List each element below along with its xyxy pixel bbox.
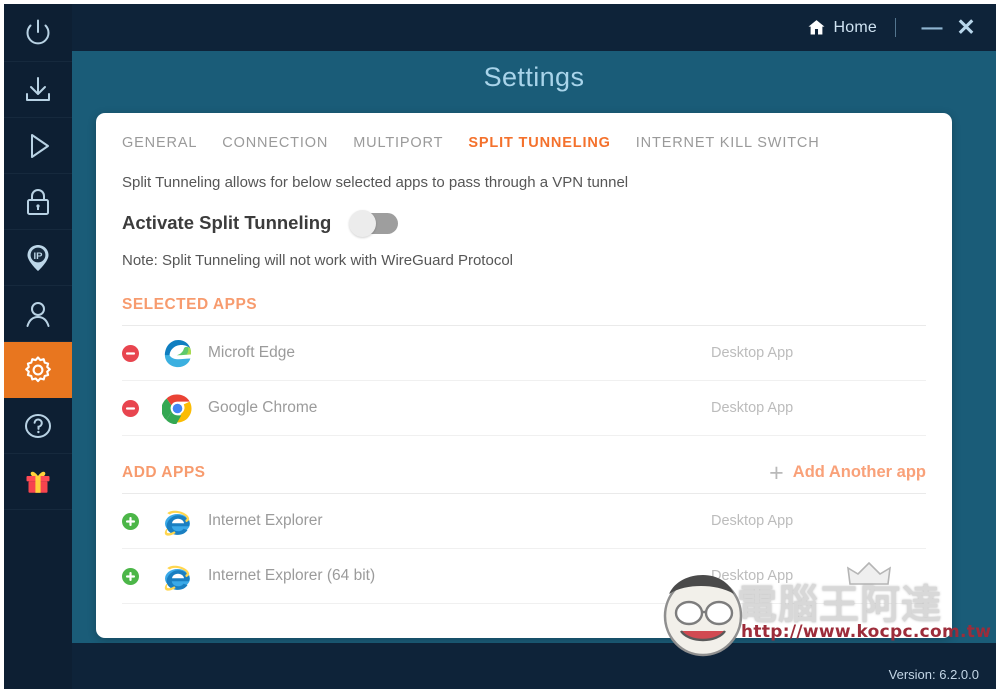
table-row[interactable]: Internet Explorer Desktop App [122,494,926,549]
remove-app-button[interactable] [122,344,162,362]
table-row[interactable]: Microft Edge Desktop App [122,326,926,381]
tab-internet-kill-switch[interactable]: INTERNET KILL SWITCH [636,135,820,151]
bottom-bar [72,643,996,689]
svg-text:IP: IP [34,251,44,262]
home-label: Home [833,18,877,36]
app-name: Internet Explorer (64 bit) [208,567,376,584]
selected-apps-header: SELECTED APPS [122,296,926,314]
ie-icon [162,561,208,592]
ip-pin-icon: IP [21,241,55,275]
settings-card: GENERAL CONNECTION MULTIPORT SPLIT TUNNE… [96,113,952,638]
tab-general[interactable]: GENERAL [122,135,197,151]
sidebar-item-download[interactable] [4,62,72,118]
question-circle-icon [21,409,55,443]
tab-connection[interactable]: CONNECTION [222,135,328,151]
add-icon [122,512,139,530]
sidebar-item-account[interactable] [4,286,72,342]
activate-split-tunneling-row: Activate Split Tunneling [122,209,926,237]
sidebar-item-help[interactable] [4,398,72,454]
add-apps-header: ADD APPS + Add Another app [122,458,926,487]
lock-icon [21,185,55,219]
app-type: Desktop App [711,345,794,361]
add-app-button[interactable] [122,512,162,530]
add-another-app-label: Add Another app [792,463,926,481]
app-type: Desktop App [711,400,794,416]
table-row[interactable]: Google Chrome Desktop App [122,381,926,436]
close-icon: ✕ [956,14,976,40]
download-icon [21,73,55,107]
tab-split-tunneling[interactable]: SPLIT TUNNELING [468,135,610,151]
activate-split-tunneling-label: Activate Split Tunneling [122,212,332,233]
house-icon [807,18,826,37]
sidebar-item-lock[interactable] [4,174,72,230]
toggle-knob [349,209,377,237]
split-tunneling-description: Split Tunneling allows for below selecte… [122,174,629,191]
settings-tabs: GENERAL CONNECTION MULTIPORT SPLIT TUNNE… [96,113,952,151]
remove-app-button[interactable] [122,399,162,417]
play-icon [21,129,55,163]
add-another-app-button[interactable]: + Add Another app [769,458,926,487]
app-type: Desktop App [711,513,794,529]
minimize-button[interactable]: — [915,11,949,45]
home-button[interactable]: Home [807,18,877,37]
ie-icon [162,506,208,537]
add-app-button[interactable] [122,567,162,585]
activate-split-tunneling-toggle[interactable] [349,209,399,237]
titlebar-divider [895,18,896,37]
app-window: IP Home — ✕ Settings Version: 6.2.0.0 GE… [4,4,996,689]
sidebar-item-gift[interactable] [4,454,72,510]
tab-multiport[interactable]: MULTIPORT [353,135,443,151]
minimize-icon: — [921,16,943,39]
left-sidebar: IP [4,4,72,689]
app-type: Desktop App [711,568,794,584]
version-label: Version: 6.2.0.0 [888,667,979,682]
add-icon [122,567,139,585]
gift-icon [21,465,55,499]
close-button[interactable]: ✕ [949,11,983,45]
remove-icon [122,399,139,417]
chrome-icon [162,393,208,424]
split-tunneling-panel: Split Tunneling allows for below selecte… [96,174,952,604]
sidebar-item-power[interactable] [4,4,72,62]
power-icon [21,16,55,50]
app-name: Microft Edge [208,344,296,361]
user-icon [21,297,55,331]
gear-icon [21,353,55,387]
sidebar-item-play[interactable] [4,118,72,174]
plus-icon: + [769,458,784,487]
split-tunneling-note: Note: Split Tunneling will not work with… [122,252,513,269]
table-row[interactable]: Internet Explorer (64 bit) Desktop App [122,549,926,604]
add-apps-title: ADD APPS [122,463,206,481]
sidebar-item-settings[interactable] [4,342,72,398]
app-root: IP Home — ✕ Settings Version: 6.2.0.0 GE… [0,0,1000,693]
edge-icon [162,338,208,369]
remove-icon [122,344,139,362]
app-name: Google Chrome [208,399,318,416]
sidebar-item-ip[interactable]: IP [4,230,72,286]
app-name: Internet Explorer [208,512,323,529]
selected-apps-title: SELECTED APPS [122,296,258,313]
page-title: Settings [483,62,585,92]
title-bar: Home — ✕ [72,4,996,51]
